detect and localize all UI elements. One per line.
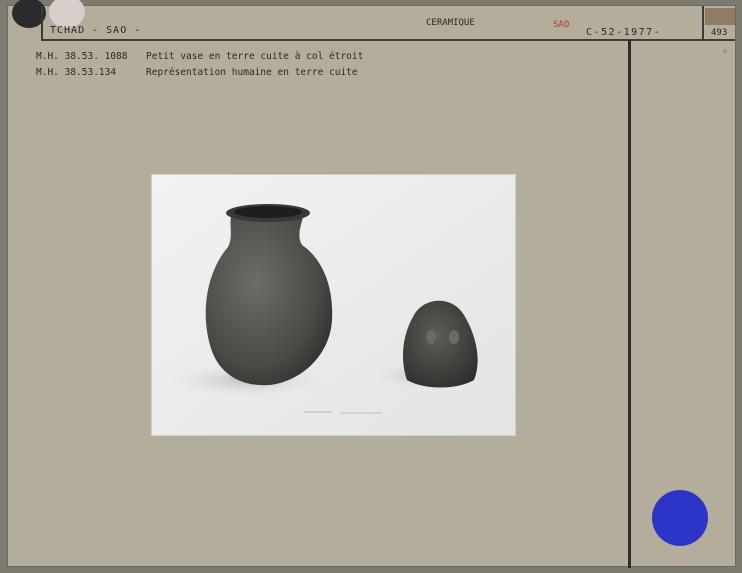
item-description-2: Représentation humaine en terre cuite bbox=[146, 67, 358, 78]
header-region: TCHAD - SAO - bbox=[50, 25, 142, 36]
header-number: 493 bbox=[711, 28, 728, 38]
item-ref-2: M.H. 38.53.134 bbox=[36, 67, 117, 78]
item-description-1: Petit vase en terre cuite à col étroit bbox=[146, 51, 364, 62]
pin-mark bbox=[723, 49, 727, 53]
header-divider-right bbox=[702, 6, 704, 41]
corner-stamp bbox=[705, 8, 735, 25]
item-ref-1: M.H. 38.53. 1088 bbox=[36, 51, 128, 62]
margin-rule bbox=[628, 40, 631, 568]
header-culture: SAO bbox=[553, 20, 570, 30]
catalog-card: TCHAD - SAO - CERAMIQUE SAO C-52-1977- 4… bbox=[7, 0, 736, 568]
photo-image bbox=[152, 175, 515, 435]
header-category: CERAMIQUE bbox=[426, 18, 475, 28]
header-code: C-52-1977- bbox=[586, 27, 662, 38]
punch-hole-light bbox=[49, 0, 85, 28]
blue-dot-sticker bbox=[652, 490, 708, 546]
object-photograph bbox=[151, 174, 516, 436]
header-divider-left bbox=[41, 6, 43, 41]
